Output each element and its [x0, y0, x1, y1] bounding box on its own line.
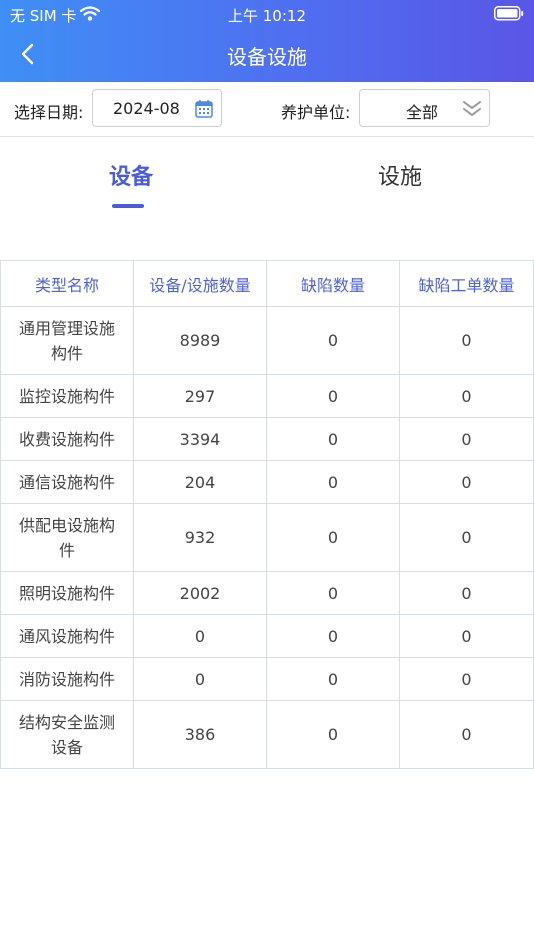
type-name-line: 监控设施构件 — [18, 386, 115, 406]
type-name-cell: 通用管理设施 构件 — [0, 306, 134, 375]
table-row[interactable]: 通风设施构件 0 0 0 — [0, 614, 534, 658]
quantity-cell: 0 — [133, 657, 267, 701]
table-row[interactable]: 通用管理设施 构件 8989 0 0 — [0, 306, 534, 375]
type-name-cell: 结构安全监测 设备 — [0, 700, 134, 769]
type-name-cell: 监控设施构件 — [0, 374, 134, 418]
active-tab-indicator — [112, 204, 144, 208]
quantity-cell: 932 — [133, 503, 267, 572]
tab-bar: 设备 设施 — [0, 137, 534, 217]
status-bar: 无 SIM 卡 上午 10:12 — [0, 0, 534, 28]
type-name-line: 消防设施构件 — [18, 669, 115, 689]
app-header: 无 SIM 卡 上午 10:12 设备设施 — [0, 0, 534, 82]
defect-order-count-cell: 0 — [399, 306, 534, 375]
type-name-cell: 供配电设施构 件 — [0, 503, 134, 572]
type-name-line: 通风设施构件 — [18, 626, 115, 646]
date-label: 选择日期: — [14, 103, 84, 122]
defect-order-count-cell: 0 — [399, 460, 534, 504]
maintenance-unit-label: 养护单位: — [281, 103, 351, 122]
type-name-cell: 通信设施构件 — [0, 460, 134, 504]
tab-facility[interactable]: 设施 — [378, 159, 422, 191]
navigation-bar: 设备设施 — [0, 28, 534, 82]
date-value: 2024-08 — [113, 99, 180, 118]
table-row[interactable]: 照明设施构件 2002 0 0 — [0, 571, 534, 615]
tab-equipment[interactable]: 设备 — [109, 159, 153, 191]
defect-count-cell: 0 — [266, 571, 400, 615]
quantity-cell: 2002 — [133, 571, 267, 615]
defect-count-cell: 0 — [266, 417, 400, 461]
defect-order-count-cell: 0 — [399, 374, 534, 418]
quantity-cell: 386 — [133, 700, 267, 769]
column-header-type-name: 类型名称 — [0, 260, 134, 307]
table-row[interactable]: 通信设施构件 204 0 0 — [0, 460, 534, 504]
type-name-cell: 照明设施构件 — [0, 571, 134, 615]
filter-bar: 选择日期: 2024-08 养护单位: 全部 — [0, 82, 534, 137]
quantity-cell: 297 — [133, 374, 267, 418]
defect-order-count-cell: 0 — [399, 503, 534, 572]
type-name-line: 构件 — [50, 343, 83, 363]
column-header-quantity: 设备/设施数量 — [133, 260, 267, 307]
type-name-cell: 收费设施构件 — [0, 417, 134, 461]
column-header-defect-count: 缺陷数量 — [266, 260, 400, 307]
column-header-defect-order-count: 缺陷工单数量 — [399, 260, 534, 307]
defect-count-cell: 0 — [266, 503, 400, 572]
type-name-cell: 消防设施构件 — [0, 657, 134, 701]
defect-count-cell: 0 — [266, 700, 400, 769]
defect-order-count-cell: 0 — [399, 657, 534, 701]
table-row[interactable]: 监控设施构件 297 0 0 — [0, 374, 534, 418]
type-name-line: 通用管理设施 — [18, 318, 115, 338]
defect-count-cell: 0 — [266, 306, 400, 375]
calendar-icon — [195, 99, 213, 122]
page-title: 设备设施 — [227, 45, 307, 69]
quantity-cell: 3394 — [133, 417, 267, 461]
table-row[interactable]: 收费设施构件 3394 0 0 — [0, 417, 534, 461]
type-name-line: 照明设施构件 — [18, 583, 115, 603]
defect-order-count-cell: 0 — [399, 417, 534, 461]
type-name-line: 收费设施构件 — [18, 429, 115, 449]
type-name-line: 结构安全监测 — [18, 712, 115, 732]
type-name-line: 供配电设施构 — [18, 515, 115, 535]
defect-count-cell: 0 — [266, 657, 400, 701]
maintenance-unit-select[interactable]: 全部 — [359, 89, 490, 127]
equipment-table: 类型名称 设备/设施数量 缺陷数量 缺陷工单数量 通用管理设施 构件 8989 … — [0, 260, 534, 769]
table-row[interactable]: 结构安全监测 设备 386 0 0 — [0, 700, 534, 769]
defect-order-count-cell: 0 — [399, 700, 534, 769]
table-row[interactable]: 消防设施构件 0 0 0 — [0, 657, 534, 701]
double-chevron-down-icon — [461, 98, 483, 124]
table-row[interactable]: 供配电设施构 件 932 0 0 — [0, 503, 534, 572]
status-time: 上午 10:12 — [228, 7, 306, 25]
type-name-cell: 通风设施构件 — [0, 614, 134, 658]
quantity-cell: 204 — [133, 460, 267, 504]
defect-order-count-cell: 0 — [399, 614, 534, 658]
defect-count-cell: 0 — [266, 374, 400, 418]
defect-count-cell: 0 — [266, 460, 400, 504]
date-picker[interactable]: 2024-08 — [92, 89, 222, 127]
type-name-line: 通信设施构件 — [18, 472, 115, 492]
table-header-row: 类型名称 设备/设施数量 缺陷数量 缺陷工单数量 — [0, 260, 534, 307]
battery-icon — [494, 6, 524, 25]
quantity-cell: 0 — [133, 614, 267, 658]
quantity-cell: 8989 — [133, 306, 267, 375]
defect-count-cell: 0 — [266, 614, 400, 658]
type-name-line: 件 — [58, 540, 75, 560]
type-name-line: 设备 — [50, 737, 83, 757]
defect-order-count-cell: 0 — [399, 571, 534, 615]
